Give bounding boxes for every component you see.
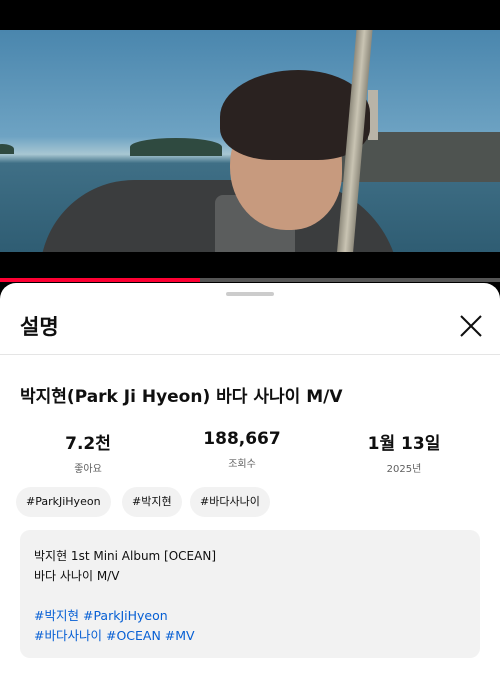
hashtag-link[interactable]: #바다사나이 [34, 628, 102, 643]
hashtag-line: #바다사나이 #OCEAN #MV [34, 626, 466, 646]
video-title: 박지현(Park Ji Hyeon) 바다 사나이 M/V [20, 387, 343, 407]
video-player[interactable] [0, 0, 500, 282]
description-sheet: 설명 박지현(Park Ji Hyeon) 바다 사나이 M/V 7.2천 좋아… [0, 283, 500, 675]
likes-label: 좋아요 [74, 464, 102, 475]
close-button[interactable] [455, 310, 487, 342]
sheet-title: 설명 [20, 315, 59, 339]
hashtag-link[interactable]: #ParkJiHyeon [83, 608, 168, 623]
description-box[interactable]: 박지현 1st Mini Album [OCEAN] 바다 사나이 M/V #박… [20, 530, 480, 658]
views-label: 조회수 [228, 459, 256, 470]
hashtag-link[interactable]: #MV [165, 628, 195, 643]
island [0, 144, 14, 154]
likes-stat: 7.2천 좋아요 [13, 429, 163, 475]
upload-year: 2025년 [386, 464, 422, 475]
description-line: 박지현 1st Mini Album [OCEAN] [34, 549, 217, 563]
stats-row: 7.2천 좋아요 188,667 조회수 1월 13일 2025년 [0, 429, 500, 479]
hashtag-link[interactable]: #OCEAN [106, 628, 161, 643]
hashtag-link[interactable]: #박지현 [34, 608, 79, 623]
hashtag-chip[interactable]: #바다사나이 [190, 487, 270, 517]
sheet-header: 설명 [0, 283, 500, 355]
hashtag-line: #박지현 #ParkJiHyeon [34, 606, 466, 626]
views-count: 188,667 [203, 429, 281, 449]
views-stat: 188,667 조회수 [167, 429, 317, 470]
progress-bar[interactable] [0, 278, 500, 282]
upload-date: 1월 13일 [367, 434, 441, 454]
description-line: 바다 사나이 M/V [34, 569, 120, 583]
close-icon [460, 315, 482, 337]
progress-fill [0, 278, 200, 282]
date-stat: 1월 13일 2025년 [329, 429, 479, 475]
hashtag-chip[interactable]: #ParkJiHyeon [16, 487, 111, 517]
hashtag-chip[interactable]: #박지현 [122, 487, 182, 517]
likes-count: 7.2천 [65, 434, 111, 454]
video-frame[interactable] [0, 30, 500, 252]
